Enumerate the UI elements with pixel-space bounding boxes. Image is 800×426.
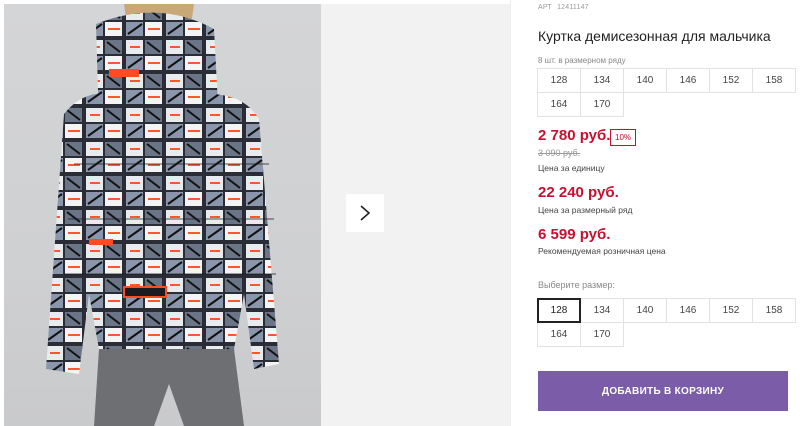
chevron-right-icon <box>360 205 371 221</box>
next-image-button[interactable] <box>346 194 384 232</box>
size-option[interactable]: 146 <box>666 298 710 323</box>
panel-divider <box>510 0 511 426</box>
pack-label: 8 шт. в размерном ряду <box>538 56 626 65</box>
pack-size-cell: 170 <box>580 92 624 117</box>
discount-badge: 10% <box>610 129 637 146</box>
pack-size-cell: 158 <box>752 68 796 93</box>
unit-price-label: Цена за единицу <box>538 163 605 173</box>
pack-price: 22 240 руб. <box>538 184 619 201</box>
jacket-illustration <box>46 4 279 426</box>
size-option[interactable]: 158 <box>752 298 796 323</box>
size-selector: 128 134 140 146 152 158 164 170 <box>537 298 796 347</box>
product-info-panel: АРТ 12411147 Куртка демисезонная для мал… <box>536 0 800 426</box>
size-option[interactable]: 140 <box>623 298 667 323</box>
size-option[interactable]: 134 <box>580 298 624 323</box>
pack-size-cell: 146 <box>666 68 710 93</box>
pack-price-label: Цена за размерный ряд <box>538 205 633 215</box>
product-gallery <box>0 0 510 426</box>
size-option[interactable]: 164 <box>537 322 581 347</box>
unit-price: 2 780 руб. <box>538 127 611 144</box>
product-photo[interactable] <box>4 4 321 426</box>
article-label: АРТ <box>538 4 552 11</box>
pack-size-cell: 152 <box>709 68 753 93</box>
pack-size-cell: 134 <box>580 68 624 93</box>
add-to-cart-button[interactable]: ДОБАВИТЬ В КОРЗИНУ <box>538 371 788 411</box>
article-value: 12411147 <box>557 4 589 11</box>
rrp-price-label: Рекомендуемая розничная цена <box>538 246 666 256</box>
size-option[interactable]: 170 <box>580 322 624 347</box>
old-price: 3 090 руб. <box>538 148 581 158</box>
size-option-selected[interactable]: 128 <box>537 298 581 323</box>
pack-size-cell: 164 <box>537 92 581 117</box>
product-title: Куртка демисезонная для мальчика <box>538 28 771 44</box>
choose-size-label: Выберите размер: <box>538 280 615 290</box>
rrp-price: 6 599 руб. <box>538 226 611 243</box>
pack-size-grid: 128 134 140 146 152 158 164 170 <box>537 68 796 117</box>
article-number: АРТ 12411147 <box>538 4 592 11</box>
size-option[interactable]: 152 <box>709 298 753 323</box>
pack-size-cell: 140 <box>623 68 667 93</box>
pack-size-cell: 128 <box>537 68 581 93</box>
